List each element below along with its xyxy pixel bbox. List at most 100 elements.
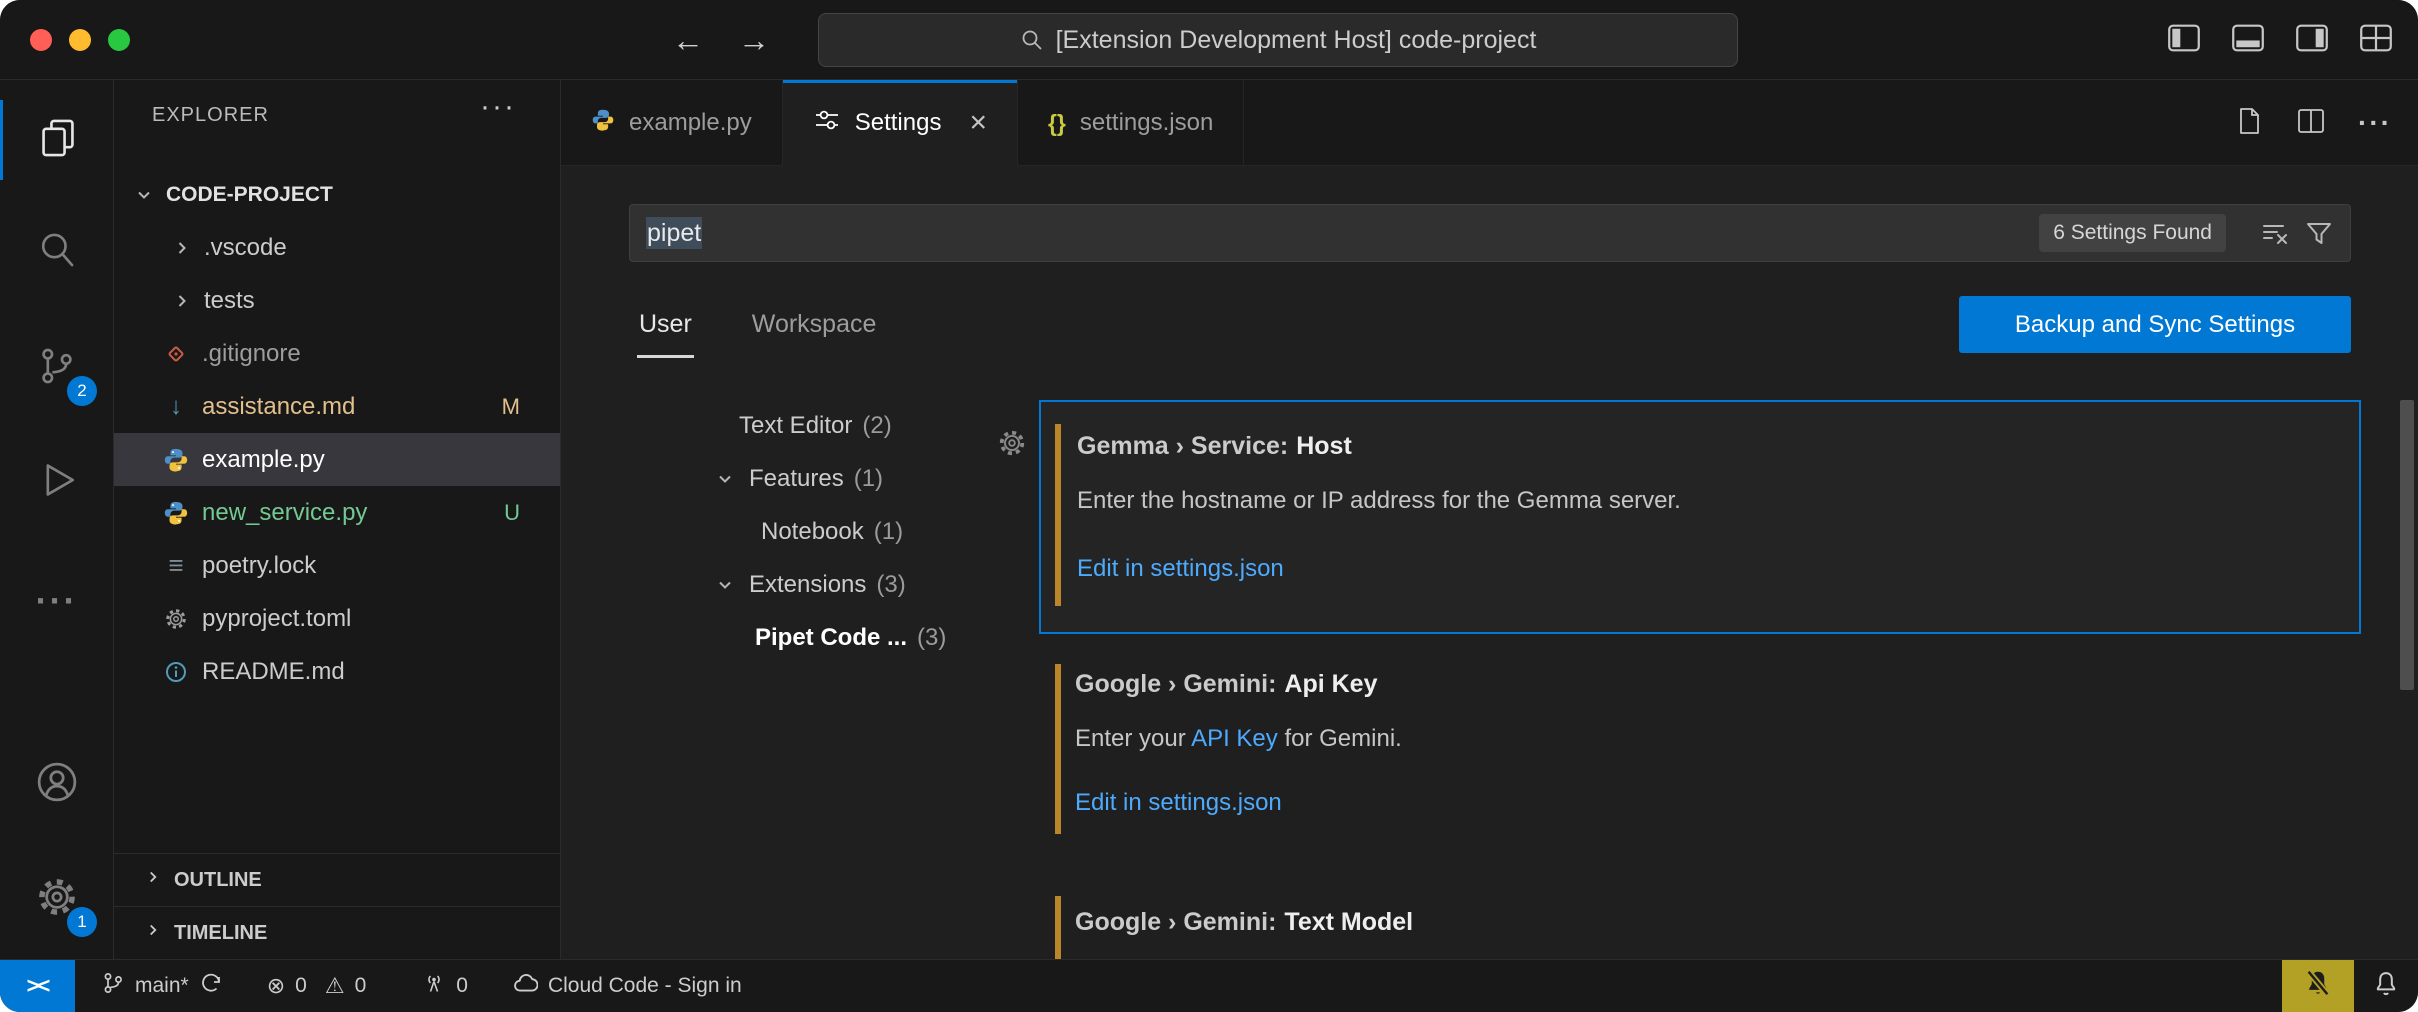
manage-button[interactable]: 1 [0,859,113,939]
setting-gemini-text-model[interactable]: Google › Gemini:Text Model [1039,890,2361,959]
scrollbar-thumb[interactable] [2400,400,2414,690]
tree-item-label: tests [204,287,255,315]
tab-example-py[interactable]: example.py [561,80,783,166]
cloud-code-status-item[interactable]: Cloud Code - Sign in [512,970,742,1002]
window-minimize-button[interactable] [69,29,91,51]
setting-gemini-api-key[interactable]: Google › Gemini:Api Key Enter your API K… [1039,658,2361,840]
cloud-icon [512,970,538,1002]
chevron-down-icon [715,469,737,489]
tree-item-new-service-py[interactable]: new_service.py U [114,486,560,539]
branch-name: main* [135,974,189,998]
git-status-badge: M [502,394,520,420]
tree-item-gitignore[interactable]: .gitignore [114,327,560,380]
window-close-button[interactable] [30,29,52,51]
toc-text-editor[interactable]: Text Editor(2) [611,399,1041,452]
chevron-right-icon [144,921,162,945]
filter-icon[interactable] [2304,218,2334,248]
remote-indicator[interactable]: >< [0,960,75,1012]
forward-button[interactable]: → [738,22,770,59]
history-nav: ← → [672,0,770,80]
toggle-primary-sidebar-icon[interactable] [2168,24,2200,57]
back-button[interactable]: ← [672,22,704,59]
tree-item-label: example.py [202,446,325,474]
tree-item-assistance-md[interactable]: ↓ assistance.md M [114,380,560,433]
do-not-disturb-item[interactable] [2282,960,2354,1012]
settings-editor: pipet 6 Settings Found User Workspace Ba… [561,166,2418,959]
clear-filters-icon[interactable] [2260,218,2290,248]
sidebar-item-explorer[interactable] [0,100,113,180]
command-center[interactable]: [Extension Development Host] code-projec… [818,13,1738,67]
close-icon[interactable]: × [969,106,987,140]
tree-item-poetry-lock[interactable]: ≡ poetry.lock [114,539,560,592]
open-settings-json-icon[interactable] [2234,106,2264,141]
sidebar-item-source-control[interactable]: 2 [0,328,113,408]
warning-count: 0 [355,974,367,998]
tab-settings[interactable]: Settings × [783,80,1018,166]
tab-user[interactable]: User [637,286,694,358]
status-bar: >< main* ⊗ 0 ⚠ 0 0 Cloud Code - Sign in [0,959,2418,1012]
sidebar-item-search[interactable] [0,212,113,292]
toggle-secondary-sidebar-icon[interactable] [2296,24,2328,57]
notifications-item[interactable] [2354,960,2418,1012]
timeline-section-header[interactable]: TIMELINE [114,906,560,959]
editor-tab-bar: example.py Settings × {} settings.json ·… [561,80,2418,166]
info-icon [162,660,190,684]
toc-pipet-code[interactable]: Pipet Code ...(3) [611,611,1041,664]
toc-extensions[interactable]: Extensions(3) [611,558,1041,611]
outline-label: OUTLINE [174,869,262,892]
tab-label: example.py [629,109,752,137]
json-icon: {} [1048,110,1066,137]
settings-search-input[interactable]: pipet 6 Settings Found [629,204,2351,262]
tab-settings-json[interactable]: {} settings.json [1018,80,1244,166]
outline-section-header[interactable]: OUTLINE [114,853,560,906]
more-actions-icon[interactable]: ··· [2358,107,2392,139]
tree-item-example-py[interactable]: example.py [114,433,560,486]
edit-in-settings-json-link[interactable]: Edit in settings.json [1077,555,2359,583]
backup-sync-button[interactable]: Backup and Sync Settings [1959,296,2351,353]
bell-slash-icon [2303,968,2333,1004]
toggle-panel-icon[interactable] [2232,24,2264,57]
error-icon: ⊗ [267,973,285,999]
split-editor-icon[interactable] [2296,106,2326,141]
settings-search-value: pipet [646,219,702,248]
activity-bar: 2 ··· 1 [0,80,114,959]
branch-status-item[interactable]: main* [101,971,223,1001]
toc-features[interactable]: Features(1) [611,452,1041,505]
explorer-sidebar: EXPLORER ··· CODE-PROJECT .vscode tests … [114,80,561,959]
timeline-label: TIMELINE [174,922,267,945]
accounts-button[interactable] [0,744,113,824]
setting-gear-icon[interactable] [997,428,1027,463]
manage-badge: 1 [67,907,97,937]
tree-item-tests[interactable]: tests [114,274,560,327]
setting-gemma-service-host[interactable]: Gemma › Service:Host Enter the hostname … [1039,400,2361,634]
tree-item-readme-md[interactable]: README.md [114,645,560,698]
warning-icon: ⚠ [325,973,345,999]
problems-status-item[interactable]: ⊗ 0 ⚠ 0 [267,973,367,999]
chevron-down-icon [715,575,737,595]
window-zoom-button[interactable] [108,29,130,51]
toc-notebook[interactable]: Notebook(1) [611,505,1041,558]
edit-in-settings-json-link[interactable]: Edit in settings.json [1075,789,2361,817]
python-icon [591,108,615,139]
more-icon: ··· [36,580,78,622]
account-icon [35,760,79,809]
tree-item-vscode[interactable]: .vscode [114,221,560,274]
sidebar-title: EXPLORER [152,104,269,127]
tree-item-pyproject-toml[interactable]: pyproject.toml [114,592,560,645]
tab-workspace[interactable]: Workspace [750,286,879,358]
modified-indicator [1055,896,1061,959]
customize-layout-icon[interactable] [2360,24,2392,57]
api-key-link[interactable]: API Key [1191,725,1278,752]
settings-scope-tabs: User Workspace [637,286,878,358]
files-icon [37,117,79,164]
titlebar: ← → [Extension Development Host] code-pr… [0,0,2418,80]
tree-item-label: .vscode [204,234,287,262]
sidebar-item-run-debug[interactable] [0,442,113,522]
more-actions-icon[interactable]: ··· [480,90,516,124]
radio-tower-icon [422,971,446,1001]
ports-status-item[interactable]: 0 [422,971,468,1001]
tree-root[interactable]: CODE-PROJECT [114,168,560,221]
sidebar-item-more[interactable]: ··· [0,561,113,641]
bell-icon [2372,969,2400,1003]
layout-controls [2168,0,2392,80]
